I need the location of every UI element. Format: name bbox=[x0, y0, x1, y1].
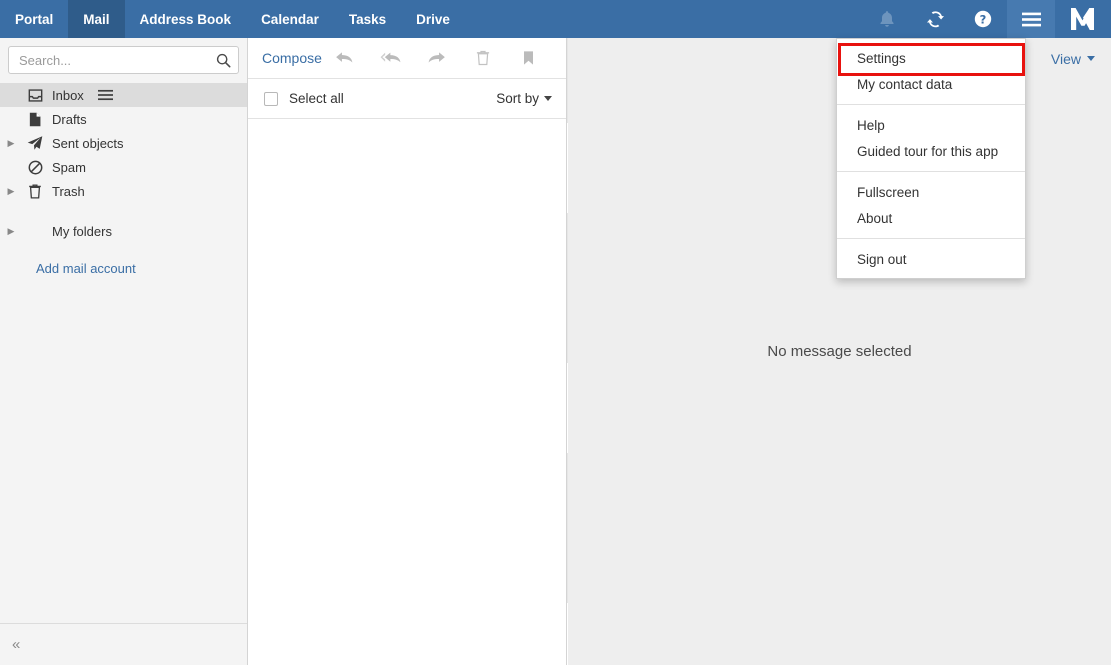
sort-by-label: Sort by bbox=[496, 91, 539, 106]
search-box[interactable] bbox=[8, 46, 239, 74]
select-all-bar: Select all Sort by bbox=[248, 79, 566, 119]
nav-tab-tasks[interactable]: Tasks bbox=[334, 0, 401, 38]
sort-by-dropdown[interactable]: Sort by bbox=[496, 91, 552, 106]
compose-button[interactable]: Compose bbox=[262, 50, 322, 66]
header-spacer bbox=[465, 0, 863, 38]
hamburger-menu-icon[interactable] bbox=[1007, 0, 1055, 38]
expand-arrow-icon[interactable]: ▶ bbox=[0, 186, 22, 196]
trash-can-icon bbox=[22, 183, 48, 199]
view-label: View bbox=[1050, 50, 1081, 67]
expand-arrow-icon[interactable]: ▶ bbox=[0, 226, 22, 236]
sidebar-item-label: Drafts bbox=[52, 111, 87, 127]
expand-arrow-icon[interactable]: ▶ bbox=[0, 138, 22, 148]
forward-icon[interactable] bbox=[414, 38, 460, 78]
menu-item-help[interactable]: Help bbox=[837, 112, 1025, 138]
sidebar-item-label: Inbox bbox=[52, 87, 84, 103]
folder-list: Inbox Drafts ▶ Sent objects Spam ▶ Trash… bbox=[0, 83, 247, 276]
chevron-down-icon bbox=[1087, 56, 1095, 61]
search-input[interactable] bbox=[9, 52, 208, 68]
sidebar-item-label: My folders bbox=[52, 223, 112, 239]
sidebar-item-label: Sent objects bbox=[52, 135, 124, 151]
inbox-icon bbox=[22, 88, 48, 103]
sidebar-footer: « bbox=[0, 623, 247, 665]
help-icon[interactable]: ? bbox=[959, 0, 1007, 38]
nav-tab-drive[interactable]: Drive bbox=[401, 0, 465, 38]
sidebar-item-label: Trash bbox=[52, 183, 85, 199]
refresh-icon[interactable] bbox=[911, 0, 959, 38]
menu-item-about[interactable]: About bbox=[837, 205, 1025, 231]
nav-tab-portal[interactable]: Portal bbox=[0, 0, 68, 38]
menu-item-fullscreen[interactable]: Fullscreen bbox=[837, 179, 1025, 205]
sidebar-item-trash[interactable]: ▶ Trash bbox=[0, 179, 247, 203]
folder-sidebar: Inbox Drafts bbox=[0, 38, 248, 665]
nav-tab-mail[interactable]: Mail bbox=[68, 0, 125, 38]
drafts-document-icon bbox=[22, 112, 48, 127]
app-tabs: Portal Mail Address Book Calendar Tasks … bbox=[0, 0, 465, 38]
select-all-checkbox[interactable] bbox=[264, 91, 278, 106]
top-navigation-bar: Portal Mail Address Book Calendar Tasks … bbox=[0, 0, 1111, 38]
add-mail-account-link[interactable]: Add mail account bbox=[0, 261, 247, 276]
inbox-folder-menu-icon[interactable] bbox=[97, 89, 113, 101]
paper-plane-icon bbox=[22, 135, 48, 151]
nav-tab-calendar[interactable]: Calendar bbox=[246, 0, 334, 38]
svg-text:?: ? bbox=[980, 12, 987, 26]
menu-item-settings[interactable]: Settings bbox=[837, 45, 1025, 71]
notifications-bell-icon[interactable] bbox=[863, 0, 911, 38]
mail-app-window: mailmastermailmastermailmastermailmaster… bbox=[0, 0, 1111, 665]
flag-bookmark-icon[interactable] bbox=[506, 38, 552, 78]
sidebar-item-sent-objects[interactable]: ▶ Sent objects bbox=[0, 131, 247, 155]
menu-separator bbox=[837, 171, 1025, 172]
search-icon[interactable] bbox=[208, 47, 238, 73]
menu-item-sign-out[interactable]: Sign out bbox=[837, 246, 1025, 272]
menu-separator bbox=[837, 238, 1025, 239]
spam-blocked-icon bbox=[22, 160, 48, 175]
reply-all-icon[interactable] bbox=[368, 38, 414, 78]
sidebar-item-drafts[interactable]: Drafts bbox=[0, 107, 247, 131]
sidebar-item-label: Spam bbox=[52, 159, 86, 175]
mail-toolbar: Compose bbox=[248, 38, 566, 79]
mail-list-panel: Compose Select all Sort by bbox=[248, 38, 567, 665]
sidebar-item-spam[interactable]: Spam bbox=[0, 155, 247, 179]
menu-separator bbox=[837, 104, 1025, 105]
sidebar-item-my-folders[interactable]: ▶ My folders bbox=[0, 219, 247, 243]
collapse-sidebar-button[interactable]: « bbox=[12, 636, 20, 653]
sidebar-item-inbox[interactable]: Inbox bbox=[0, 83, 247, 107]
search-container bbox=[0, 38, 247, 74]
nav-tab-address-book[interactable]: Address Book bbox=[125, 0, 247, 38]
menu-item-guided-tour[interactable]: Guided tour for this app bbox=[837, 138, 1025, 164]
view-dropdown[interactable]: View bbox=[1051, 51, 1095, 67]
menu-item-my-contact-data[interactable]: My contact data bbox=[837, 71, 1025, 97]
select-all-label[interactable]: Select all bbox=[289, 91, 344, 106]
user-settings-dropdown-menu: Settings My contact data Help Guided tou… bbox=[836, 38, 1026, 279]
mailmaster-logo bbox=[1055, 0, 1111, 38]
header-icon-group: ? bbox=[863, 0, 1111, 38]
delete-trash-icon[interactable] bbox=[460, 38, 506, 78]
reply-icon[interactable] bbox=[322, 38, 368, 78]
chevron-down-icon bbox=[544, 96, 552, 101]
